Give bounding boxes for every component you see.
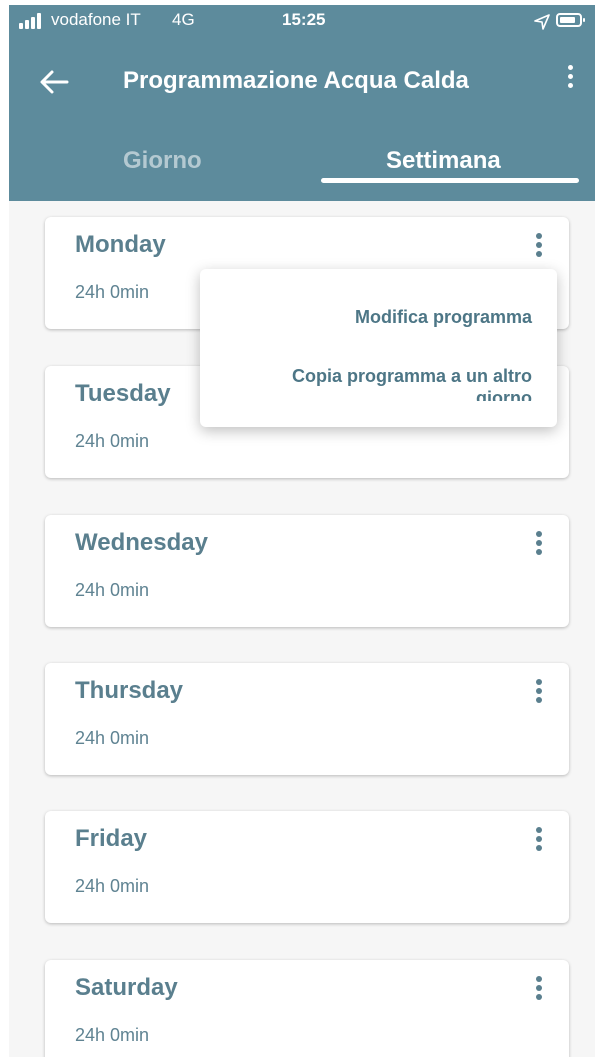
day-name: Thursday [75,677,184,704]
carrier-name: vodafone IT [51,10,141,29]
day-duration: 24h 0min [75,728,150,748]
day-card-wednesday[interactable]: Wednesday 24h 0min [45,515,569,627]
network-type: 4G [172,10,195,29]
day-name: Saturday [75,974,178,1001]
signal-icon [19,13,45,29]
status-bar: vodafone IT 4G 15:25 [9,5,595,37]
tab-giorno[interactable]: Giorno [123,147,202,175]
day-name: Monday [75,231,166,258]
day-name: Wednesday [75,529,208,556]
location-arrow-icon [534,14,550,30]
app-screen: vodafone IT 4G 15:25 Programmazione Acqu… [9,5,595,1057]
back-arrow-icon[interactable] [37,65,71,99]
day-name: Friday [75,825,148,852]
day-card-saturday[interactable]: Saturday 24h 0min [45,960,569,1057]
day-duration: 24h 0min [75,876,150,896]
menu-item-copia-programma[interactable]: Copia programma a un altro giorno [232,365,532,401]
day-more-icon[interactable] [527,827,551,861]
day-more-icon[interactable] [527,531,551,565]
more-options-icon[interactable] [559,65,581,99]
day-more-icon[interactable] [527,679,551,713]
status-time: 15:25 [282,10,326,29]
day-more-icon[interactable] [527,976,551,1010]
day-duration: 24h 0min [75,431,150,451]
tab-indicator [321,178,579,183]
day-duration: 24h 0min [75,580,150,600]
day-card-friday[interactable]: Friday 24h 0min [45,811,569,923]
context-menu: Modifica programma Copia programma a un … [200,269,557,427]
page-title: Programmazione Acqua Calda [123,67,469,94]
day-name: Tuesday [75,380,171,407]
battery-icon [556,13,585,27]
menu-item-modifica-programma[interactable]: Modifica programma [355,307,532,328]
day-more-icon[interactable] [527,233,551,267]
day-duration: 24h 0min [75,282,150,302]
day-card-thursday[interactable]: Thursday 24h 0min [45,663,569,775]
tab-settimana[interactable]: Settimana [386,147,501,175]
day-duration: 24h 0min [75,1025,150,1045]
app-header: vodafone IT 4G 15:25 Programmazione Acqu… [9,5,595,201]
